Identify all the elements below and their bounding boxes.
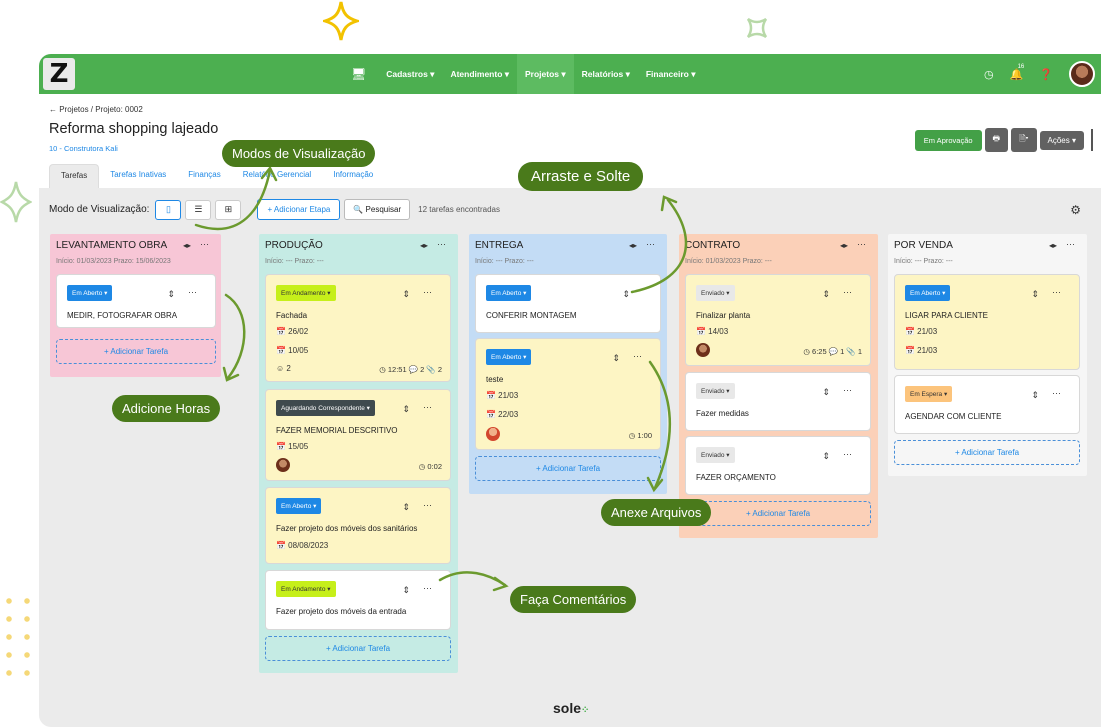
arrow-drag [630,198,688,294]
arrow-files [648,360,672,490]
arrow-views [194,168,272,231]
callout-views: Modos de Visualização [222,140,376,167]
callout-files: Anexe Arquivos [601,499,712,526]
annotation-arrows [194,165,688,592]
arrow-files-head [646,476,664,493]
arrow-hours [224,293,246,380]
callout-comments: Faça Comentários [510,586,637,613]
arrow-comments-head [492,576,509,592]
callout-hours: Adicione Horas [112,395,221,422]
callout-drag: Arraste e Solte [518,162,644,191]
